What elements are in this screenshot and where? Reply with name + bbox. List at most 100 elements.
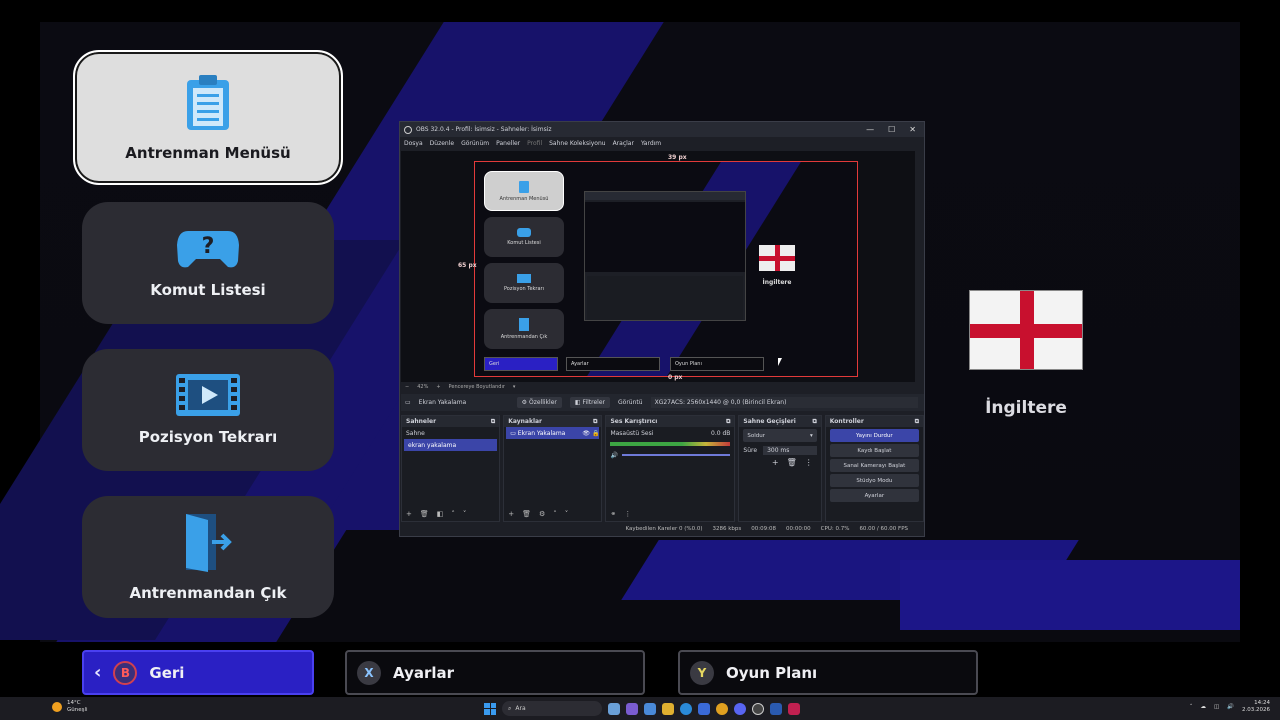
chevron-up-icon[interactable]: ˄ bbox=[1190, 704, 1193, 710]
channel-db: 0.0 dB bbox=[711, 429, 731, 437]
lock-icon[interactable]: 🔒 bbox=[592, 430, 599, 437]
scene-item[interactable]: Sahne bbox=[402, 427, 499, 439]
menu-edit[interactable]: Düzenle bbox=[430, 140, 454, 147]
filter-icon[interactable]: ◧ bbox=[437, 510, 444, 518]
chrome-icon[interactable] bbox=[716, 702, 728, 715]
undock-icon[interactable]: ⧉ bbox=[593, 418, 597, 426]
trash-icon[interactable]: 🗑 bbox=[522, 510, 531, 518]
menu-view[interactable]: Görünüm bbox=[461, 140, 489, 147]
undock-icon[interactable]: ⧉ bbox=[726, 418, 730, 426]
link-icon[interactable]: ⚭ bbox=[610, 510, 616, 518]
add-icon[interactable]: + bbox=[508, 510, 514, 518]
settings-button[interactable]: X Ayarlar bbox=[345, 650, 645, 695]
start-recording-button[interactable]: Kaydı Başlat bbox=[829, 444, 919, 457]
menu-item-label: Antrenman Menüsü bbox=[125, 143, 291, 162]
task-view-icon[interactable] bbox=[608, 702, 620, 715]
chevron-down-icon[interactable]: ▾ bbox=[513, 384, 516, 390]
monitor-icon: ▭ bbox=[510, 429, 518, 437]
menu-profile[interactable]: Profil bbox=[527, 140, 542, 147]
menu-file[interactable]: Dosya bbox=[404, 140, 423, 147]
add-icon[interactable]: + bbox=[406, 510, 412, 518]
menu-docks[interactable]: Paneller bbox=[496, 140, 520, 147]
store-icon[interactable] bbox=[698, 702, 710, 715]
obs-preview[interactable]: Antrenman Menüsü Komut Listesi Pozisyon … bbox=[401, 151, 915, 382]
audio-mixer-dock: Ses Karıştırıcı ⧉ Masaüstü Sesi 0.0 dB 🔊 ⚭… bbox=[605, 415, 736, 522]
dropped-frames: Kaybedilen Kareler 0 (%0.0) bbox=[625, 525, 703, 532]
network-icon[interactable]: ◫ bbox=[1214, 704, 1219, 710]
discord-icon[interactable] bbox=[734, 702, 746, 715]
filters-button[interactable]: ◧ Filtreler bbox=[569, 397, 611, 408]
duration-input[interactable]: 300 ms bbox=[763, 445, 817, 455]
undock-icon[interactable]: ⧉ bbox=[915, 418, 919, 426]
game-icon[interactable] bbox=[788, 702, 800, 715]
menu-item-position-replay[interactable]: Pozisyon Tekrarı bbox=[82, 349, 334, 471]
chevron-down-icon[interactable]: ˅ bbox=[463, 510, 467, 518]
zoom-out-icon[interactable]: − bbox=[405, 384, 409, 390]
menu-item-exit-training[interactable]: Antrenmandan Çık bbox=[82, 496, 334, 618]
studio-mode-button[interactable]: Stüdyo Modu bbox=[829, 474, 919, 487]
teams-icon[interactable] bbox=[626, 702, 638, 715]
source-item[interactable]: ▭ Ekran Yakalama 👁 🔒 bbox=[506, 427, 600, 439]
start-virtual-camera-button[interactable]: Sanal Kamerayı Başlat bbox=[829, 459, 919, 472]
speaker-icon[interactable]: 🔊 bbox=[610, 452, 617, 459]
menu-help[interactable]: Yardım bbox=[641, 140, 661, 147]
eye-icon[interactable]: 👁 bbox=[582, 430, 592, 437]
gamepad-question-icon: ? bbox=[176, 227, 240, 269]
source-bounding-box[interactable] bbox=[474, 161, 858, 377]
menu-scene-collection[interactable]: Sahne Koleksiyonu bbox=[549, 140, 605, 147]
menu-item-command-list[interactable]: ? Komut Listesi bbox=[82, 202, 334, 324]
steam-icon[interactable] bbox=[770, 702, 782, 715]
edge-icon[interactable] bbox=[680, 702, 692, 715]
add-icon[interactable]: + bbox=[772, 458, 779, 467]
scenes-dock: Sahneler ⧉ Sahne ekran yakalama + 🗑 ◧ ˄ ˅ bbox=[401, 415, 501, 522]
taskbar-search[interactable]: ⌕ Ara bbox=[502, 701, 602, 716]
obs-icon[interactable] bbox=[752, 702, 764, 715]
close-icon[interactable]: ✕ bbox=[909, 125, 916, 134]
obs-window[interactable]: OBS 32.0.4 - Profil: İsimsiz - Sahneler:… bbox=[399, 121, 925, 537]
source-name: Ekran Yakalama bbox=[418, 399, 467, 406]
stop-streaming-button[interactable]: Yayını Durdur bbox=[829, 429, 919, 442]
trash-icon[interactable]: 🗑 bbox=[420, 510, 429, 518]
clock[interactable]: 14:24 2.03.2026 bbox=[1242, 700, 1270, 714]
menu-item-label: Pozisyon Tekrarı bbox=[138, 428, 278, 446]
settings-label: Ayarlar bbox=[393, 663, 455, 682]
stream-time: 00:09:08 bbox=[751, 525, 776, 532]
game-plan-label: Oyun Planı bbox=[726, 663, 818, 682]
system-tray: ˄ ☁ ◫ 🔊 14:24 2.03.2026 bbox=[1190, 700, 1270, 714]
menu-item-training-menu[interactable]: Antrenman Menüsü bbox=[73, 50, 343, 185]
volume-slider[interactable] bbox=[621, 454, 731, 456]
volume-icon[interactable]: 🔊 bbox=[1227, 704, 1234, 710]
chevron-down-icon[interactable]: ˅ bbox=[565, 510, 569, 518]
windows-start-icon[interactable] bbox=[484, 702, 496, 715]
more-icon[interactable]: ⋮ bbox=[805, 458, 813, 467]
maximize-icon[interactable]: ☐ bbox=[888, 125, 895, 134]
minimize-icon[interactable]: — bbox=[866, 125, 874, 134]
undock-icon[interactable]: ⧉ bbox=[812, 418, 816, 426]
settings-button[interactable]: Ayarlar bbox=[829, 489, 919, 502]
chevron-up-icon[interactable]: ˄ bbox=[451, 510, 455, 518]
obs-title-bar[interactable]: OBS 32.0.4 - Profil: İsimsiz - Sahneler:… bbox=[400, 122, 924, 137]
gear-icon[interactable]: ⚙ bbox=[539, 510, 545, 518]
back-button[interactable]: ‹ B Geri bbox=[82, 650, 314, 695]
scene-item-selected[interactable]: ekran yakalama bbox=[404, 439, 498, 451]
x-button-icon: X bbox=[357, 660, 381, 685]
display-select[interactable]: XG27ACS: 2560x1440 @ 0,0 (Birincil Ekran… bbox=[650, 397, 918, 408]
undock-icon[interactable]: ⧉ bbox=[491, 418, 495, 426]
file-explorer-icon[interactable] bbox=[662, 702, 674, 715]
properties-button[interactable]: ⚙ Özellikler bbox=[516, 397, 562, 408]
menu-tools[interactable]: Araçlar bbox=[613, 140, 634, 147]
zoom-in-icon[interactable]: + bbox=[436, 384, 440, 390]
more-icon[interactable]: ⋮ bbox=[624, 510, 631, 518]
obs-status-bar: Kaybedilen Kareler 0 (%0.0) 3286 kbps 00… bbox=[401, 522, 924, 535]
chevron-up-icon[interactable]: ˄ bbox=[553, 510, 557, 518]
windows-taskbar: 14°C Güneşli ⌕ Ara ˄ ☁ ◫ 🔊 14:24 2.03.2026 bbox=[0, 697, 1280, 720]
film-replay-icon bbox=[176, 374, 240, 416]
copilot-icon[interactable] bbox=[644, 702, 656, 715]
cloud-icon[interactable]: ☁ bbox=[1200, 704, 1206, 710]
weather-widget[interactable]: 14°C Güneşli bbox=[52, 700, 88, 714]
trash-icon[interactable]: 🗑 bbox=[787, 458, 797, 467]
game-plan-button[interactable]: Y Oyun Planı bbox=[678, 650, 978, 695]
zoom-mode[interactable]: Pencereye Boyutlandır bbox=[449, 384, 505, 390]
dock-title: Sahneler bbox=[406, 418, 437, 425]
transition-select[interactable]: Soldur ▾ bbox=[743, 429, 817, 442]
